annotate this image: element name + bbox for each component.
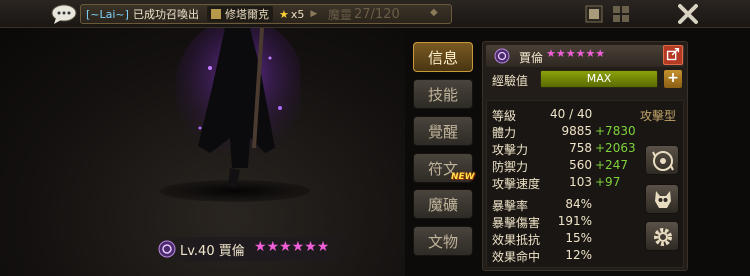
- announcement-monster-name: 修塔爾克: [224, 8, 269, 21]
- dark-attribute-icon: [494, 48, 510, 64]
- tab-info[interactable]: 信息: [413, 42, 473, 72]
- grid-view-icon[interactable]: [612, 5, 630, 23]
- stat-bonus: +7830: [595, 124, 636, 138]
- portrait-view-icon[interactable]: [585, 5, 603, 23]
- top-bar: [~Lai~] 已成功召喚出 修塔爾克 ★ x5 ▶ 魔靈 27/120 ◆: [0, 0, 750, 28]
- exp-label: 經驗值: [492, 74, 529, 88]
- stat-value: 560: [569, 158, 592, 172]
- monster-name: 賈倫: [218, 244, 245, 259]
- monster-stars: ★★★★★★: [254, 239, 330, 255]
- dark-attribute-icon: [158, 240, 176, 258]
- stat-value: 84%: [565, 197, 592, 211]
- stat-label: 防禦力: [492, 160, 529, 174]
- storage-label: 魔靈: [328, 7, 353, 22]
- monster-storage: 魔靈 27/120: [300, 4, 420, 24]
- stat-value: 758: [569, 141, 592, 155]
- share-icon[interactable]: [663, 45, 683, 65]
- storage-count: 27/120: [354, 6, 400, 22]
- stat-value: 12%: [565, 248, 592, 262]
- tab-awaken[interactable]: 覺醒: [413, 116, 473, 146]
- stat-value: 191%: [557, 214, 592, 228]
- monster-level-name: Lv.40 賈倫: [180, 240, 245, 259]
- stat-bonus: +97: [595, 175, 621, 189]
- announcement-user: [~Lai~]: [86, 7, 129, 21]
- stat-value: 103: [569, 175, 592, 189]
- stat-label: 攻擊速度: [492, 177, 541, 191]
- close-x-icon[interactable]: [676, 2, 700, 26]
- announcement-monster: 修塔爾克: [206, 6, 273, 22]
- stat-label: 攻擊力: [492, 143, 529, 157]
- stat-value: 9885: [561, 124, 592, 138]
- tab-artifacts[interactable]: 文物: [413, 226, 473, 256]
- tab-skills[interactable]: 技能: [413, 79, 473, 109]
- star-icon: ★: [278, 7, 289, 21]
- monster-level: Lv.40: [180, 244, 215, 259]
- stat-bonus: +2063: [595, 141, 636, 155]
- speech-bubble-icon[interactable]: [50, 3, 78, 25]
- monster-collection-button[interactable]: [645, 184, 679, 214]
- exp-bar: MAX: [540, 70, 658, 88]
- panel-monster-stars: ★★★★★★: [546, 47, 606, 60]
- gear-icon: [654, 228, 672, 246]
- settings-button[interactable]: [645, 221, 679, 251]
- stat-label: 體力: [492, 126, 517, 140]
- stat-label: 效果抵抗: [492, 233, 541, 247]
- skill-preview-button[interactable]: [645, 145, 679, 175]
- stat-label: 效果命中: [492, 250, 541, 264]
- stat-label: 暴擊率: [492, 199, 529, 213]
- stat-value: 15%: [565, 231, 592, 245]
- stat-label: 暴擊傷害: [492, 216, 541, 230]
- monster-type: 攻擊型: [640, 109, 677, 123]
- chevron-diamond-icon[interactable]: ◆: [430, 7, 438, 18]
- monster-skull-icon: [655, 191, 671, 208]
- new-badge: NEW: [451, 172, 475, 182]
- stat-value: 40 / 40: [550, 107, 593, 121]
- tab-grindstones[interactable]: 魔礦: [413, 189, 473, 219]
- monster-thumb-icon: [210, 9, 221, 19]
- panel-monster-name: 賈倫: [519, 51, 544, 65]
- stat-label: 等級: [492, 109, 517, 123]
- announcement-message: 已成功召喚出: [132, 8, 199, 21]
- monster-model: [175, 28, 300, 188]
- exp-plus-button[interactable]: +: [664, 70, 682, 88]
- rotate-skill-icon: [652, 151, 674, 171]
- stat-bonus: +247: [595, 158, 628, 172]
